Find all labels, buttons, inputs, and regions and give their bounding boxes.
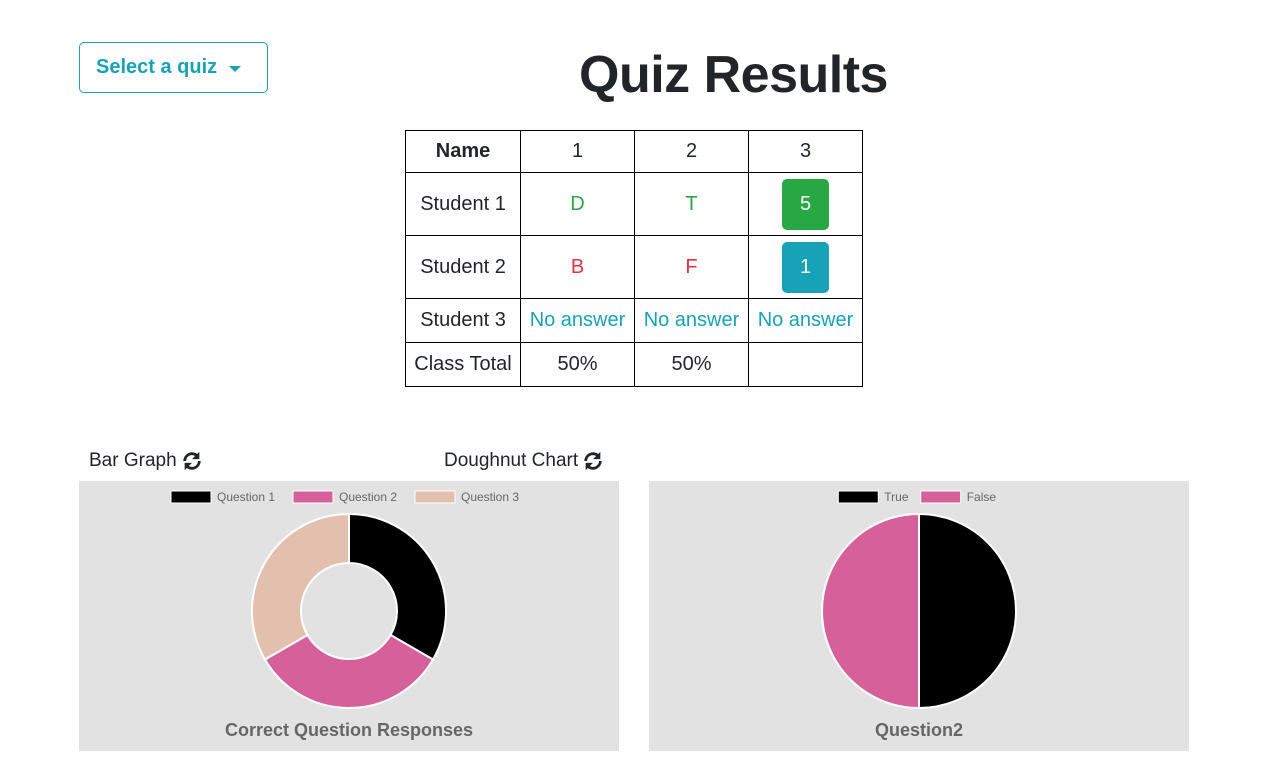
answer-cell: No answer xyxy=(520,298,635,343)
legend-label: Question 3 xyxy=(461,490,519,504)
legend-swatch xyxy=(837,490,879,504)
class-total-label: Class Total xyxy=(405,342,521,387)
column-header-q2: 2 xyxy=(634,130,749,173)
chart-title: Question2 xyxy=(875,720,963,740)
legend-item-question-2[interactable]: Question 2 xyxy=(292,490,397,504)
legend-swatch xyxy=(414,490,456,504)
student-name: Student 3 xyxy=(405,298,521,343)
class-total-cell xyxy=(748,342,863,387)
answer-cell: No answer xyxy=(748,298,863,343)
chart-legend: Question 1 Question 2 Question 3 xyxy=(170,490,519,504)
legend-swatch xyxy=(920,490,962,504)
slice-question-1[interactable] xyxy=(348,512,447,661)
chart-title: Correct Question Responses xyxy=(225,720,473,740)
answer-badge: 5 xyxy=(782,178,829,230)
refresh-icon xyxy=(584,451,602,471)
page-title: Quiz Results xyxy=(579,46,888,104)
legend-swatch xyxy=(170,490,212,504)
bar-graph-label: Bar Graph xyxy=(89,450,177,471)
table-row: Student 3 No answer No answer No answer xyxy=(405,298,863,343)
results-table: Name 1 2 3 Student 1 D T 5 Student 2 B F… xyxy=(405,130,863,387)
legend-label: Question 1 xyxy=(217,490,275,504)
answer-cell: D xyxy=(520,172,635,236)
column-header-q3: 3 xyxy=(748,130,863,173)
answer-cell: No answer xyxy=(634,298,749,343)
chart-legend: True False xyxy=(837,490,997,504)
table-header-row: Name 1 2 3 xyxy=(405,130,863,173)
table-row: Student 2 B F 1 xyxy=(405,235,863,299)
slice-question-3[interactable] xyxy=(251,512,350,661)
legend-label: Question 2 xyxy=(339,490,397,504)
class-total-cell: 50% xyxy=(634,342,749,387)
column-header-q1: 1 xyxy=(520,130,635,173)
class-total-cell: 50% xyxy=(520,342,635,387)
question2-chart-panel: True False Question2 xyxy=(649,481,1189,751)
column-header-name: Name xyxy=(405,130,521,173)
legend-item-false[interactable]: False xyxy=(920,490,997,504)
student-name: Student 2 xyxy=(405,235,521,299)
student-name: Student 1 xyxy=(405,172,521,236)
slice-false[interactable] xyxy=(821,512,920,710)
correct-responses-doughnut-chart: Question 1 Question 2 Question 3 Correct Qu… xyxy=(170,490,519,740)
answer-cell: 5 xyxy=(748,172,863,236)
select-quiz-label: Select a quiz xyxy=(96,56,218,78)
answer-badge: 1 xyxy=(782,241,829,293)
question2-pie-chart: True False Question2 xyxy=(821,490,1017,740)
answer-cell: F xyxy=(634,235,749,299)
class-total-row: Class Total 50% 50% xyxy=(405,342,863,387)
correct-responses-chart-panel: Question 1 Question 2 Question 3 Correct Qu… xyxy=(79,481,619,751)
answer-cell: 1 xyxy=(748,235,863,299)
legend-item-question-1[interactable]: Question 1 xyxy=(170,490,275,504)
answer-cell: B xyxy=(520,235,635,299)
refresh-icon xyxy=(182,451,201,471)
legend-swatch xyxy=(292,490,334,504)
legend-item-question-3[interactable]: Question 3 xyxy=(414,490,519,504)
select-quiz-dropdown[interactable]: Select a quiz xyxy=(79,42,268,93)
doughnut-chart-label: Doughnut Chart xyxy=(444,450,579,471)
legend-item-true[interactable]: True xyxy=(837,490,909,504)
doughnut-chart-toggle[interactable]: Doughnut Chart xyxy=(444,450,604,472)
table-row: Student 1 D T 5 xyxy=(405,172,863,236)
legend-label: True xyxy=(884,490,909,504)
bar-graph-toggle[interactable]: Bar Graph xyxy=(89,450,203,472)
answer-cell: T xyxy=(634,172,749,236)
legend-label: False xyxy=(967,490,997,504)
slice-true[interactable] xyxy=(918,512,1017,710)
chevron-down-icon xyxy=(229,65,242,72)
